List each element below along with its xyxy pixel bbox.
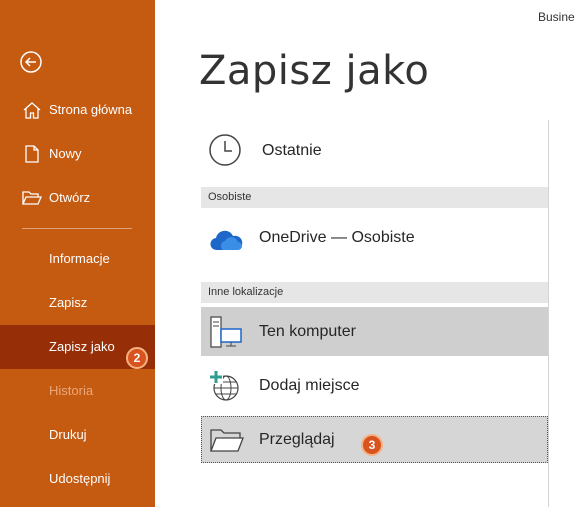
location-label: Ostatnie: [262, 142, 322, 159]
home-icon: [22, 101, 42, 119]
sidebar-item-history[interactable]: Historia: [0, 369, 155, 413]
sidebar-item-label: Historia: [49, 383, 94, 398]
cloud-icon: [209, 230, 243, 257]
sidebar-item-save[interactable]: Zapisz: [0, 281, 155, 325]
sidebar-item-share[interactable]: Udostępnij: [0, 457, 155, 501]
sidebar-item-home[interactable]: Strona główna: [0, 88, 155, 132]
sidebar-item-label: Drukuj: [49, 427, 87, 442]
folder-icon: [209, 427, 245, 458]
clock-icon: [208, 133, 242, 172]
account-label[interactable]: Busine: [538, 10, 575, 24]
sidebar-item-label: Zapisz jako: [49, 339, 115, 354]
vertical-separator: [548, 120, 549, 507]
sidebar-item-new[interactable]: Nowy: [0, 132, 155, 176]
back-arrow-icon[interactable]: [19, 50, 43, 74]
sidebar-item-label: Otwórz: [49, 190, 91, 205]
location-add-place[interactable]: Dodaj miejsce: [201, 362, 548, 408]
sidebar-item-label: Strona główna: [49, 102, 133, 117]
location-label: Ten komputer: [259, 323, 356, 340]
page-title: Zapisz jako: [199, 48, 430, 94]
new-document-icon: [22, 145, 42, 163]
sidebar-item-label: Zapisz: [49, 295, 88, 310]
step-badge-3: 3: [361, 434, 383, 456]
sidebar-item-print[interactable]: Drukuj: [0, 413, 155, 457]
section-header-other: Inne lokalizacje: [201, 282, 548, 303]
location-label: OneDrive — Osobiste: [259, 229, 415, 246]
sidebar-item-label: Informacje: [49, 251, 110, 266]
sidebar-item-label: Nowy: [49, 146, 82, 161]
add-place-globe-icon: [207, 368, 241, 407]
sidebar-divider: [22, 228, 132, 229]
backstage-sidebar: Strona główna Nowy Otwórz Informacje Zap…: [0, 0, 155, 507]
sidebar-item-label: Udostępnij: [49, 471, 111, 486]
sidebar-item-info[interactable]: Informacje: [0, 237, 155, 281]
computer-icon: [209, 315, 243, 354]
location-label: Przeglądaj: [259, 431, 335, 448]
location-label: Dodaj miejsce: [259, 377, 360, 394]
open-folder-icon: [22, 189, 42, 207]
sidebar-item-open[interactable]: Otwórz: [0, 176, 155, 220]
step-badge-2: 2: [126, 347, 148, 369]
location-onedrive[interactable]: OneDrive — Osobiste: [201, 216, 548, 260]
section-header-personal: Osobiste: [201, 187, 548, 208]
location-this-pc[interactable]: Ten komputer: [201, 307, 548, 356]
location-recent[interactable]: Ostatnie: [201, 128, 548, 172]
